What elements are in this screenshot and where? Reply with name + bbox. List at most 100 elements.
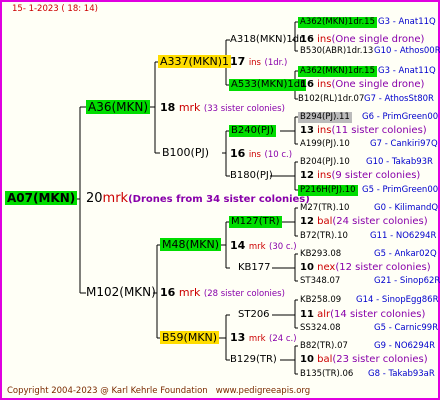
- gen2-info-m48: 14 mrk (30 c.): [230, 240, 297, 252]
- gen4-queen[interactable]: B102(RL)1dr.07: [298, 95, 364, 104]
- gen3-year: 16: [300, 79, 314, 90]
- gen3-year: 16: [300, 34, 314, 45]
- gen3-note: (12 sister colonies): [335, 262, 431, 273]
- gen2-note: (24 c.): [269, 334, 297, 344]
- gen4-queen[interactable]: ST348.07: [300, 277, 340, 286]
- gen3-mark: ins: [317, 34, 332, 45]
- gen4-lineage: G21 - Sinop62R: [374, 276, 440, 286]
- gen2-mark: ins: [248, 150, 261, 160]
- gen2-year: 17: [230, 55, 246, 68]
- gen3-year: 10: [300, 354, 314, 365]
- gen2-queen-b59[interactable]: B59(MKN): [160, 331, 220, 344]
- gen4-lineage: G11 - NO6294R: [370, 231, 437, 241]
- gen4-lineage: G5 - PrimGreen00: [362, 185, 439, 195]
- gen1-info-a36: 18 mrk (33 sister colonies): [160, 102, 285, 114]
- gen4-lineage: G10 - Takab93R: [366, 157, 433, 167]
- gen4-queen[interactable]: B135(TR).06: [300, 370, 353, 379]
- gen4-lineage: G5 - Carnic99R: [374, 323, 439, 333]
- gen4-queen[interactable]: B72(TR).10: [300, 232, 348, 241]
- gen1-note: (28 sister colonies): [203, 289, 285, 299]
- gen3-queen-a533[interactable]: A533(MKN)1dr: [229, 79, 307, 91]
- gen4-lineage: G7 - Cankiri97Q: [370, 139, 438, 149]
- gen3-note: (24 sister colonies): [332, 216, 428, 227]
- gen2-mark: mrk: [248, 334, 266, 344]
- gen4-queen[interactable]: SS324.08: [300, 324, 341, 333]
- gen1-year: 18: [160, 101, 176, 114]
- gen4-lineage: G3 - Anat11Q: [378, 66, 436, 76]
- gen3-info-st206: 11 alr(14 sister colonies): [300, 310, 425, 320]
- gen2-note: (10 c.): [264, 150, 293, 160]
- gen3-queen-st206[interactable]: ST206: [238, 310, 270, 320]
- gen3-info-b129: 10 bal(23 sister colonies): [300, 355, 428, 365]
- gen2-year: 14: [230, 239, 246, 252]
- gen2-queen-b100[interactable]: B100(PJ): [162, 147, 209, 158]
- root-info: 20mrk(Drones from 34 sister colonies): [86, 192, 310, 205]
- gen2-note: (1dr.): [264, 58, 288, 68]
- gen3-note: (One single drone): [331, 34, 425, 45]
- gen1-queen-a36[interactable]: A36(MKN): [86, 100, 151, 114]
- gen4-lineage: G5 - Ankar02Q: [374, 249, 437, 259]
- gen1-year: 16: [160, 286, 176, 299]
- gen3-year: 12: [300, 170, 314, 181]
- gen3-queen-a318[interactable]: A318(MKN)1dr: [230, 35, 303, 45]
- gen2-queen-m48[interactable]: M48(MKN): [160, 238, 222, 251]
- gen4-queen[interactable]: B294(PJ).11: [298, 112, 352, 123]
- gen1-queen-m102[interactable]: M102(MKN): [86, 286, 156, 298]
- gen3-info-m127: 12 bal(24 sister colonies): [300, 217, 428, 227]
- gen4-queen[interactable]: A362(MKN)1dr.15: [298, 66, 377, 77]
- gen4-lineage: G14 - SinopEgg86R: [356, 295, 439, 305]
- gen4-lineage: G0 - KilimandQ: [374, 203, 439, 213]
- gen3-mark: ins: [317, 79, 332, 90]
- gen3-note: (One single drone): [331, 79, 425, 90]
- gen4-lineage: G10 - Athos00R: [374, 46, 440, 56]
- gen4-queen[interactable]: A199(PJ).10: [300, 140, 350, 149]
- gen4-queen[interactable]: P216H(PJ).10: [298, 185, 358, 196]
- gen4-queen[interactable]: KB293.08: [300, 250, 341, 259]
- gen4-queen[interactable]: M27(TR).10: [300, 204, 349, 213]
- footer: Copyright 2004-2023 @ Karl Kehrle Founda…: [7, 387, 310, 396]
- gen4-queen[interactable]: B530(ABR)1dr.13: [300, 47, 373, 56]
- gen4-queen[interactable]: KB258.09: [300, 296, 341, 305]
- gen3-mark: nex: [317, 262, 336, 273]
- gen4-queen[interactable]: B204(PJ).10: [300, 158, 350, 167]
- gen3-queen-m127[interactable]: M127(TR): [229, 216, 282, 228]
- header-date: 15- 1-2023 ( 18: 14): [12, 4, 98, 14]
- gen2-info-a337: 17 ins (1dr.): [230, 56, 287, 68]
- gen4-lineage: G8 - Takab93aR: [368, 369, 435, 379]
- root-queen[interactable]: A07(MKN): [5, 191, 78, 205]
- gen3-note: (9 sister colonies): [331, 170, 421, 181]
- gen3-queen-b240[interactable]: B240(PJ): [229, 125, 276, 137]
- gen4-lineage: G9 - NO6294R: [374, 341, 436, 351]
- gen2-mark: ins: [248, 58, 261, 68]
- root-note: (Drones from 34 sister colonies): [128, 194, 310, 205]
- gen4-lineage: G3 - Anat11Q: [378, 17, 436, 27]
- root-year: 20: [86, 191, 103, 206]
- gen2-queen-a337[interactable]: A337(MKN)1: [158, 55, 232, 68]
- gen3-info-b240: 13 ins(11 sister colonies): [300, 126, 427, 136]
- gen3-queen-kb177[interactable]: KB177: [238, 263, 271, 273]
- gen4-queen[interactable]: A362(MKN)1dr.15: [298, 17, 377, 28]
- gen3-info-a318: 16 ins(One single drone): [300, 35, 424, 45]
- gen3-info-kb177: 10 nex(12 sister colonies): [300, 263, 431, 273]
- gen1-info-m102: 16 mrk (28 sister colonies): [160, 287, 285, 299]
- gen2-info-b59: 13 mrk (24 c.): [230, 332, 297, 344]
- gen3-queen-b129[interactable]: B129(TR): [230, 355, 277, 365]
- gen3-queen-b180[interactable]: B180(PJ): [230, 171, 273, 181]
- gen3-note: (11 sister colonies): [331, 125, 427, 136]
- gen2-info-b100: 16 ins (10 c.): [230, 148, 292, 160]
- footer-copyright: Copyright 2004-2023 @ Karl Kehrle Founda…: [7, 386, 208, 396]
- gen2-note: (30 c.): [269, 242, 297, 252]
- gen3-mark: bal: [317, 354, 333, 365]
- gen4-queen[interactable]: B82(TR).07: [300, 342, 348, 351]
- gen2-mark: mrk: [248, 242, 266, 252]
- root-mark: mrk: [102, 191, 129, 206]
- footer-site[interactable]: www.pedigreeapis.org: [216, 386, 310, 396]
- gen3-year: 11: [300, 309, 314, 320]
- gen3-note: (23 sister colonies): [332, 354, 428, 365]
- gen3-info-a533: 16 ins(One single drone): [300, 80, 424, 90]
- gen3-mark: alr: [317, 309, 331, 320]
- gen2-year: 16: [230, 147, 246, 160]
- gen4-lineage: G6 - PrimGreen00: [362, 112, 439, 122]
- gen3-note: (14 sister colonies): [330, 309, 426, 320]
- gen4-lineage: G7 - AthosSt80R: [364, 94, 434, 104]
